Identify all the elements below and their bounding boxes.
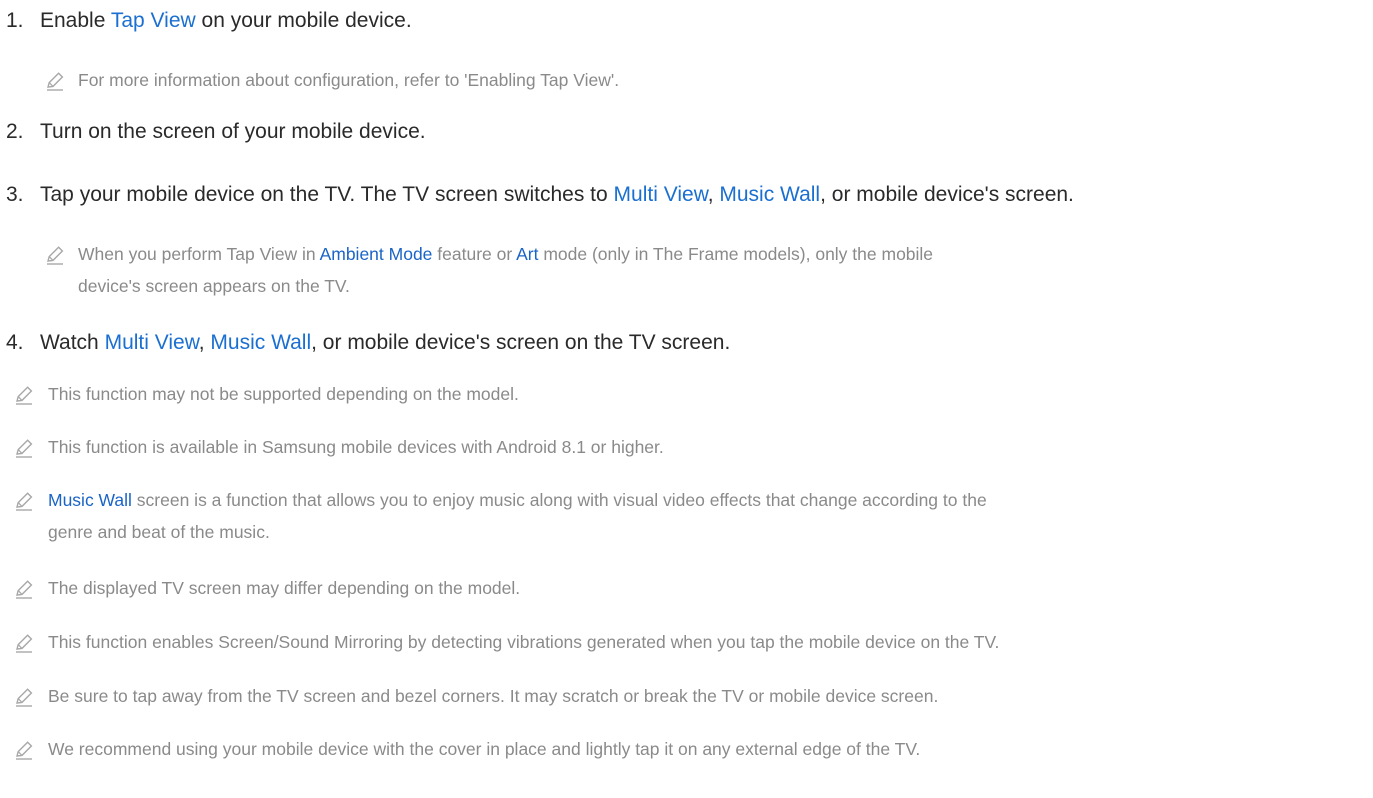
step-text: , or mobile device's screen on the TV sc… (311, 331, 731, 354)
ambient-mode-link[interactable]: Ambient Mode (320, 244, 433, 264)
note-4: The displayed TV screen may differ depen… (16, 572, 521, 604)
step-text: Turn on the screen of your mobile device… (40, 120, 426, 143)
note-1: This function may not be supported depen… (16, 378, 519, 410)
note-text: mode (only in The Frame models), only th… (538, 244, 934, 264)
note-line-1: When you perform Tap View in Ambient Mod… (78, 238, 1298, 270)
step-number: 1. (6, 9, 24, 32)
pencil-icon (44, 244, 66, 266)
multi-view-link[interactable]: Multi View (105, 331, 199, 354)
step-1: 1. Enable Tap View on your mobile device. (0, 7, 412, 35)
step-number: 4. (6, 331, 24, 354)
note-3: Music Wall screen is a function that all… (16, 484, 1358, 548)
note-6: Be sure to tap away from the TV screen a… (16, 680, 939, 712)
note-ambient: When you perform Tap View in Ambient Mod… (47, 238, 1298, 302)
note-line-1: Music Wall screen is a function that all… (48, 484, 1358, 516)
separator: , (198, 331, 211, 354)
pencil-icon (13, 437, 35, 459)
step-4: 4. Watch Multi View, Music Wall, or mobil… (0, 329, 730, 357)
pencil-icon (13, 739, 35, 761)
music-wall-link[interactable]: Music Wall (48, 490, 132, 510)
note-text: feature or (432, 244, 517, 264)
note-text: We recommend using your mobile device wi… (48, 739, 921, 759)
note-text: Be sure to tap away from the TV screen a… (48, 686, 939, 706)
note-text: This function enables Screen/Sound Mirro… (48, 632, 1000, 652)
note-text: screen is a function that allows you to … (131, 490, 987, 510)
pencil-icon (13, 686, 35, 708)
note-line-2: genre and beat of the music. (48, 522, 270, 542)
step-3: 3. Tap your mobile device on the TV. The … (0, 181, 1074, 209)
step-text: Tap your mobile device on the TV. The TV… (40, 183, 614, 206)
note-text: The displayed TV screen may differ depen… (48, 578, 521, 598)
step-number: 2. (6, 120, 24, 143)
note-text: This function may not be supported depen… (48, 384, 519, 404)
step-number: 3. (6, 183, 24, 206)
document-page: 1. Enable Tap View on your mobile device.… (0, 0, 1373, 798)
pencil-icon (13, 490, 35, 512)
note-line-2: device's screen appears on the TV. (78, 276, 350, 296)
note-5: This function enables Screen/Sound Mirro… (16, 626, 1000, 658)
art-link[interactable]: Art (516, 244, 538, 264)
step-text: Watch (40, 331, 105, 354)
multi-view-link[interactable]: Multi View (614, 183, 708, 206)
note-2: This function is available in Samsung mo… (16, 431, 664, 463)
note-7: We recommend using your mobile device wi… (16, 733, 921, 765)
pencil-icon (13, 578, 35, 600)
tap-view-link[interactable]: Tap View (111, 9, 196, 32)
pencil-icon (44, 70, 66, 92)
note-text: This function is available in Samsung mo… (48, 437, 664, 457)
note-text: For more information about configuration… (78, 70, 620, 90)
pencil-icon (13, 632, 35, 654)
step-text: on your mobile device. (195, 9, 412, 32)
separator: , (707, 183, 720, 206)
step-2: 2. Turn on the screen of your mobile devi… (0, 118, 426, 146)
step-text: , or mobile device's screen. (820, 183, 1074, 206)
note-config: For more information about configuration… (47, 64, 620, 96)
music-wall-link[interactable]: Music Wall (210, 331, 311, 354)
step-text: Enable (40, 9, 111, 32)
music-wall-link[interactable]: Music Wall (719, 183, 820, 206)
note-text: When you perform Tap View in (78, 244, 320, 264)
pencil-icon (13, 384, 35, 406)
